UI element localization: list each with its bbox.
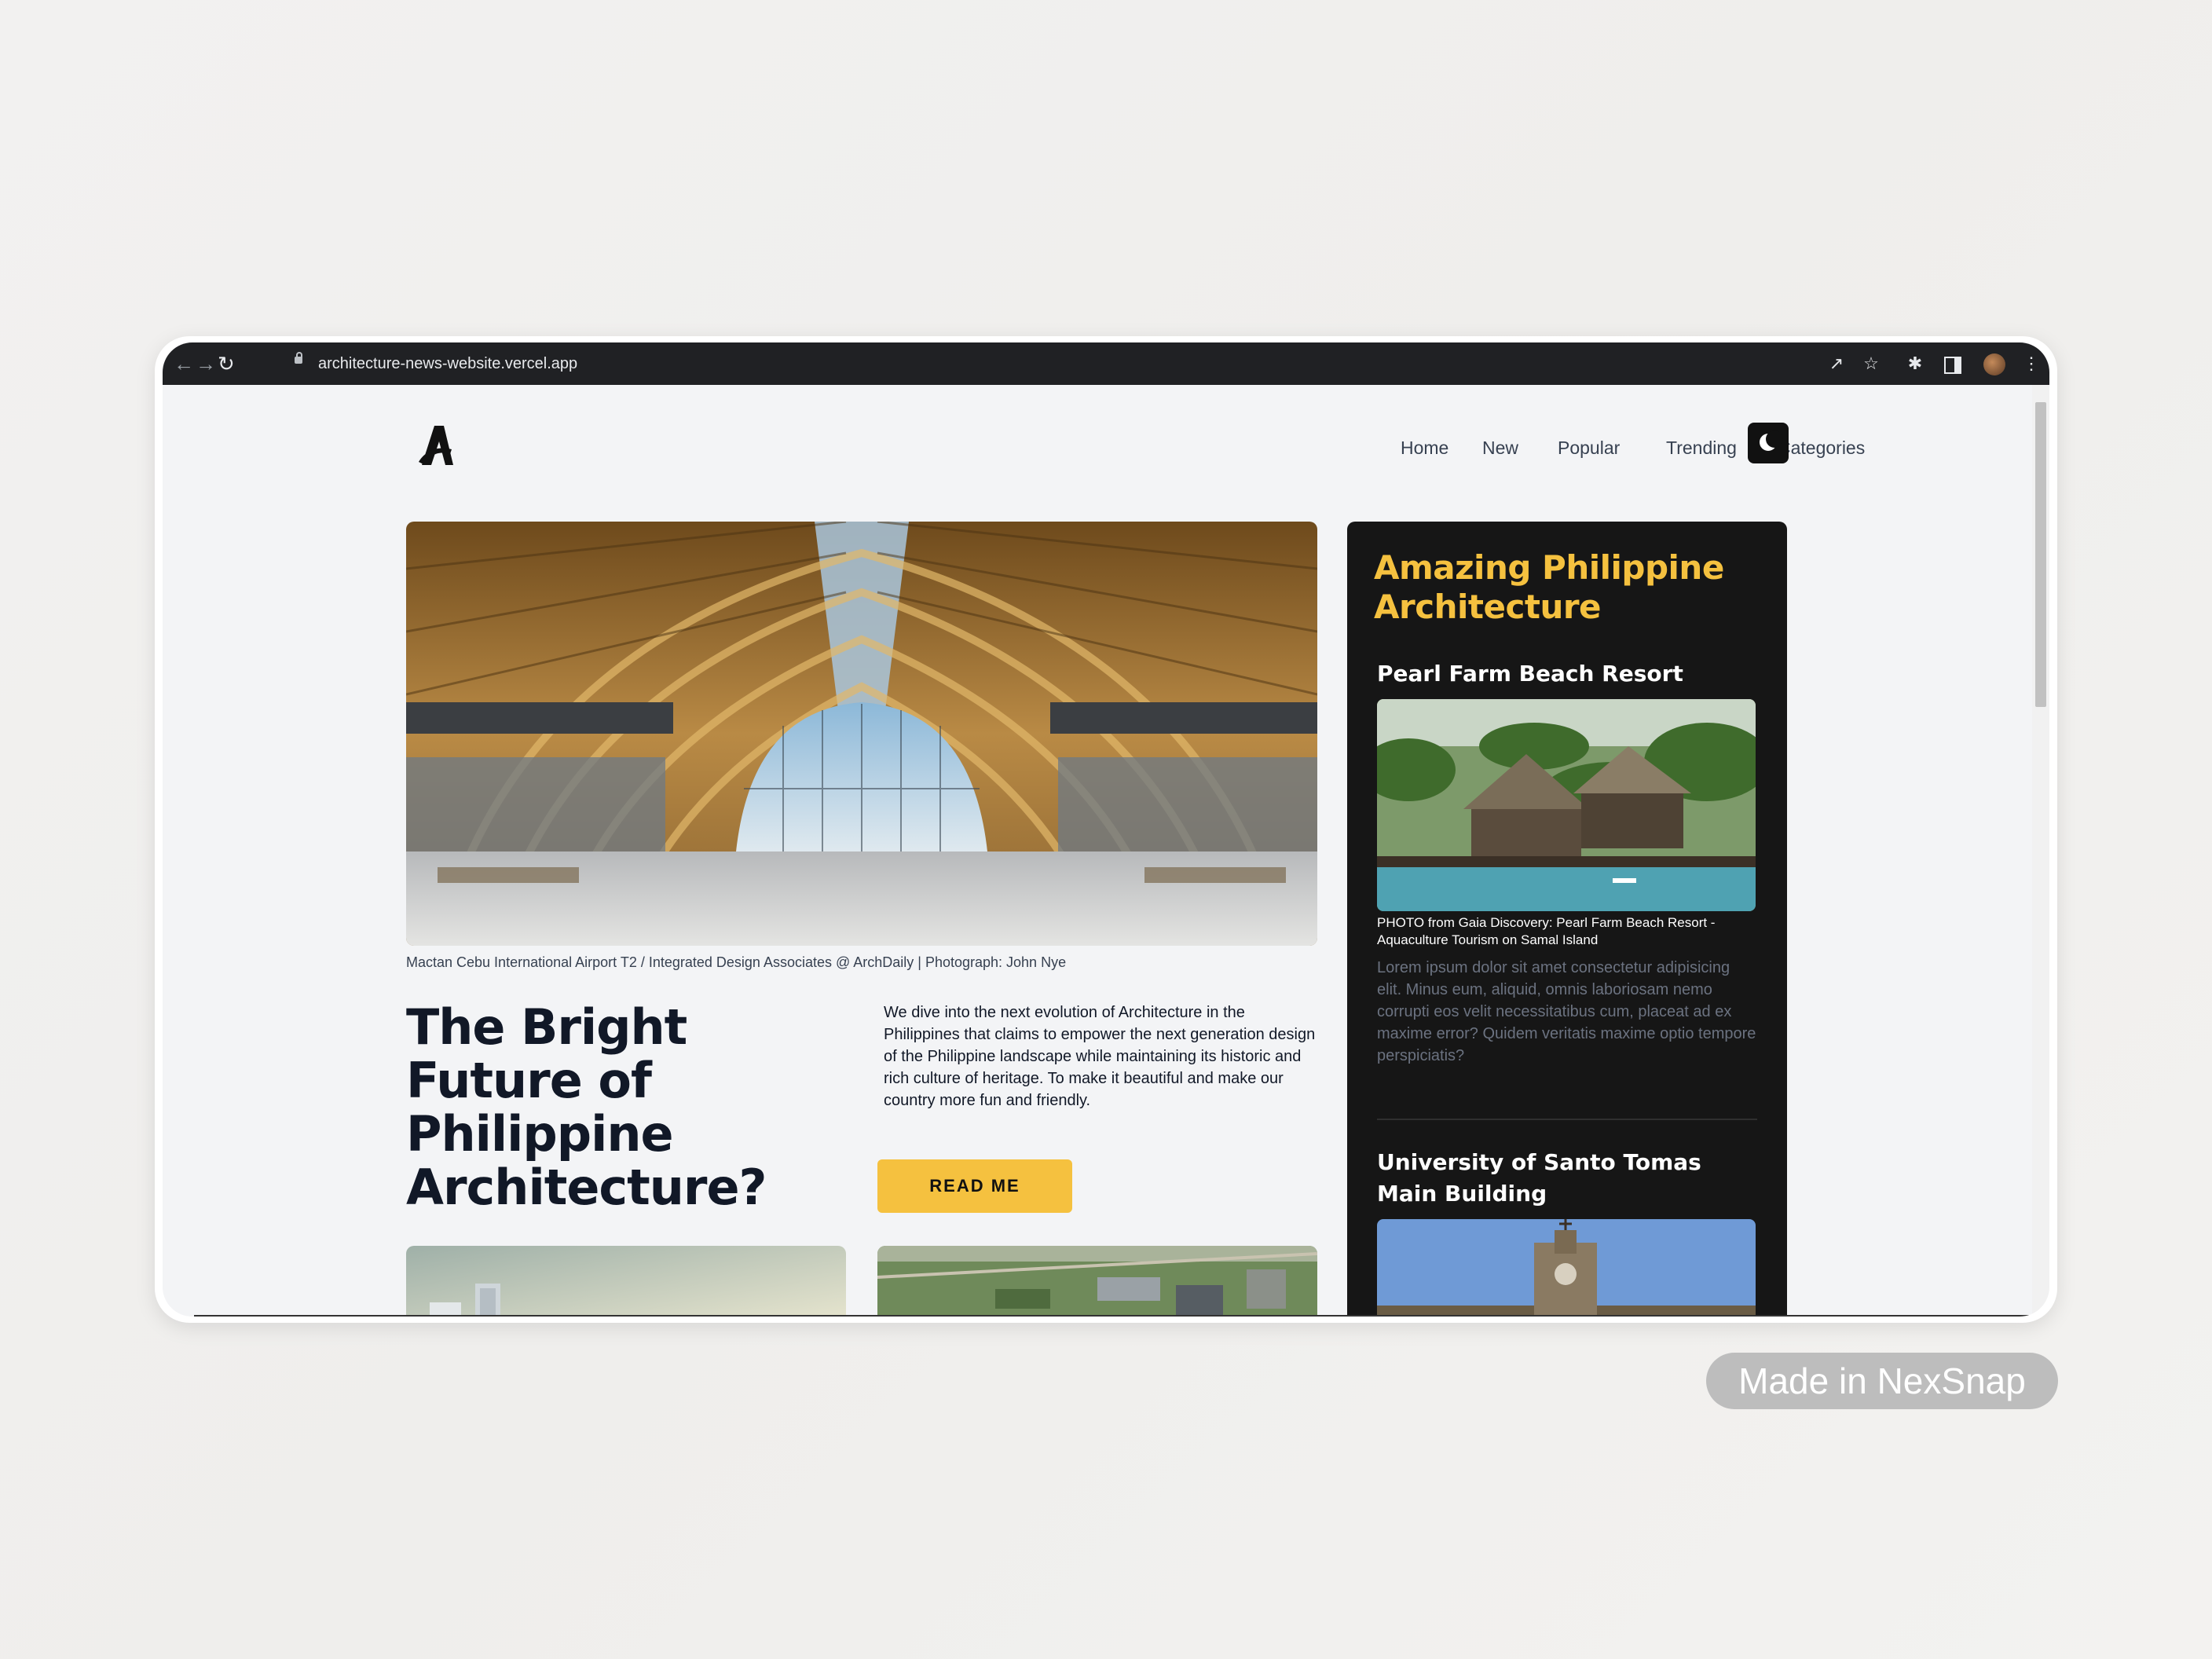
- hero-image: [406, 522, 1317, 946]
- article-lede: We dive into the next evolution of Archi…: [884, 1004, 1316, 1109]
- ust-main-building-image[interactable]: [1377, 1219, 1756, 1317]
- viewport-bottom-edge: [194, 1315, 2032, 1317]
- web-page: Home New Popular Trending Categories Mac…: [163, 385, 2049, 1317]
- browser-toolbar: ← → ↻ architecture-news-website.vercel.a…: [163, 342, 2049, 385]
- nav-new[interactable]: New: [1482, 434, 1518, 462]
- article-excerpt: Lorem ipsum dolor sit amet consectetur a…: [1377, 959, 1756, 1064]
- article-headline: The Bright Future of Philippine Architec…: [406, 998, 767, 1216]
- back-arrow-icon[interactable]: ←: [174, 350, 194, 377]
- device-frame: ← → ↻ architecture-news-website.vercel.a…: [155, 336, 2057, 1323]
- nav-trending[interactable]: Trending: [1666, 434, 1737, 462]
- read-me-button[interactable]: READ ME: [877, 1159, 1072, 1213]
- address-bar[interactable]: architecture-news-website.vercel.app: [318, 352, 577, 375]
- watermark-badge: Made in NexSnap: [1706, 1353, 2058, 1409]
- browser-window: ← → ↻ architecture-news-website.vercel.a…: [163, 342, 2049, 1317]
- forward-arrow-icon[interactable]: →: [196, 350, 216, 377]
- more-menu-icon[interactable]: ⋮: [2018, 350, 2045, 377]
- reload-icon[interactable]: ↻: [218, 350, 235, 377]
- extensions-icon[interactable]: ✱: [1902, 350, 1928, 377]
- nav-categories[interactable]: Categories: [1778, 434, 1865, 462]
- dark-mode-toggle[interactable]: [1748, 423, 1789, 463]
- side-panel-icon[interactable]: [1944, 357, 1961, 374]
- scrollbar-thumb[interactable]: [2035, 402, 2046, 707]
- page-scrollbar[interactable]: [2032, 385, 2049, 1317]
- sidebar-article-title[interactable]: University of Santo Tomas Main Building: [1377, 1147, 1762, 1210]
- moon-icon: [1760, 430, 1783, 451]
- sidebar-divider: [1377, 1119, 1757, 1120]
- star-icon[interactable]: ☆: [1858, 350, 1884, 377]
- article-card-image-aerial[interactable]: [877, 1246, 1317, 1317]
- site-logo-icon[interactable]: [416, 423, 455, 467]
- featured-sidebar: Amazing Philippine Architecture Pearl Fa…: [1347, 522, 1787, 1317]
- lock-icon: [295, 352, 302, 364]
- nav-home[interactable]: Home: [1401, 434, 1448, 462]
- photo-credit: PHOTO from Gaia Discovery: Pearl Farm Be…: [1377, 915, 1716, 947]
- sidebar-title: Amazing Philippine Architecture: [1374, 548, 1724, 626]
- article-card-image-city[interactable]: [406, 1246, 846, 1317]
- share-icon[interactable]: ↗: [1823, 350, 1850, 377]
- sidebar-article-title[interactable]: Pearl Farm Beach Resort: [1377, 658, 1762, 690]
- pearl-farm-image[interactable]: [1377, 699, 1756, 911]
- nav-popular[interactable]: Popular: [1558, 434, 1620, 462]
- profile-avatar[interactable]: [1983, 353, 2005, 375]
- hero-caption: Mactan Cebu International Airport T2 / I…: [406, 954, 1067, 970]
